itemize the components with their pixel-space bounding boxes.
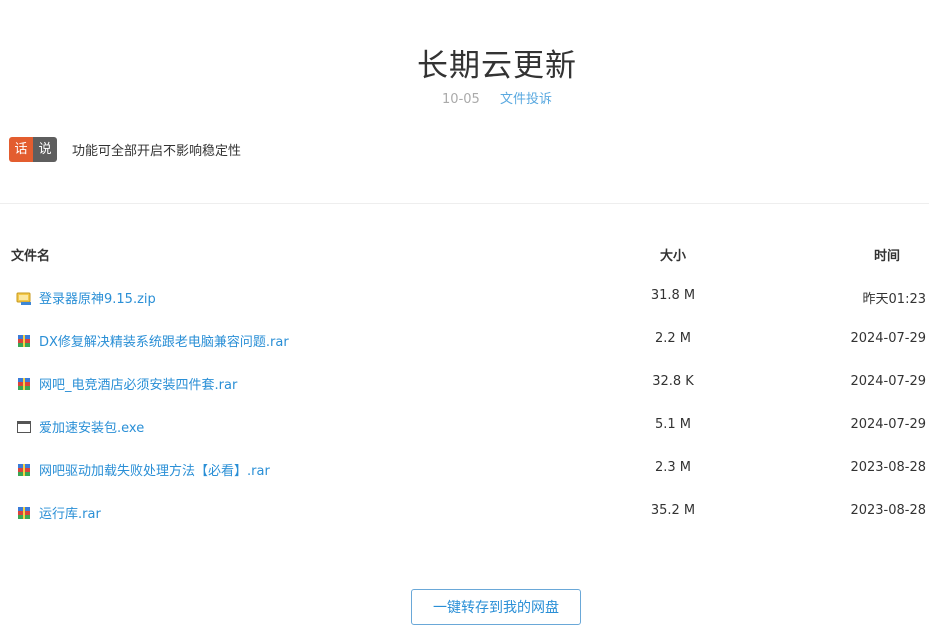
rar-icon bbox=[18, 464, 30, 476]
rar-icon bbox=[18, 378, 30, 390]
file-size: 2.2 M bbox=[654, 331, 692, 346]
header-size: 大小 bbox=[660, 249, 687, 264]
notice-text: 功能可全部开启不影响稳定性 bbox=[72, 144, 242, 159]
table-row: 运行库.rar 35.2 M 2023-08-28 bbox=[0, 503, 929, 523]
share-date: 10-05 bbox=[442, 92, 480, 107]
file-name-link[interactable]: 爱加速安装包.exe bbox=[39, 417, 144, 436]
table-row: 网吧驱动加载失败处理方法【必看】.rar 2.3 M 2023-08-28 bbox=[0, 460, 929, 480]
notice-tag-right: 说 bbox=[33, 137, 57, 162]
table-row: DX修复解决精装系统跟老电脑兼容问题.rar 2.2 M 2024-07-29 bbox=[0, 331, 929, 351]
table-row: 登录器原神9.15.zip 31.8 M 昨天01:23 bbox=[0, 288, 929, 308]
file-size: 5.1 M bbox=[654, 417, 692, 432]
table-row: 爱加速安装包.exe 5.1 M 2024-07-29 bbox=[0, 417, 929, 437]
file-name-link[interactable]: 网吧驱动加载失败处理方法【必看】.rar bbox=[39, 460, 270, 479]
file-size: 2.3 M bbox=[654, 460, 692, 475]
file-name-link[interactable]: 网吧_电竞酒店必须安装四件套.rar bbox=[39, 374, 237, 393]
notice-tag: 话 说 bbox=[9, 137, 57, 162]
file-time: 昨天01:23 bbox=[862, 292, 926, 307]
divider bbox=[0, 203, 929, 204]
file-size: 35.2 M bbox=[650, 503, 696, 518]
file-time: 2023-08-28 bbox=[850, 503, 926, 518]
file-time: 2024-07-29 bbox=[850, 374, 926, 389]
table-row: 网吧_电竞酒店必须安装四件套.rar 32.8 K 2024-07-29 bbox=[0, 374, 929, 394]
file-time: 2024-07-29 bbox=[850, 417, 926, 432]
file-time: 2023-08-28 bbox=[850, 460, 926, 475]
page-meta: 10-05 文件投诉 bbox=[0, 88, 929, 107]
table-header: 文件名 大小 时间 bbox=[0, 245, 929, 264]
file-name-link[interactable]: 登录器原神9.15.zip bbox=[39, 288, 156, 307]
report-link[interactable]: 文件投诉 bbox=[500, 92, 552, 107]
file-time: 2024-07-29 bbox=[850, 331, 926, 346]
header-name: 文件名 bbox=[11, 249, 51, 264]
file-size: 32.8 K bbox=[652, 374, 694, 389]
file-size: 31.8 M bbox=[650, 288, 696, 303]
zip-icon bbox=[16, 292, 31, 305]
notice-tag-left: 话 bbox=[9, 137, 33, 162]
file-name-link[interactable]: DX修复解决精装系统跟老电脑兼容问题.rar bbox=[39, 331, 289, 350]
exe-icon bbox=[17, 421, 31, 433]
rar-icon bbox=[18, 507, 30, 519]
notice-bar: 话 说 功能可全部开启不影响稳定性 bbox=[9, 137, 241, 162]
header-time: 时间 bbox=[874, 249, 901, 264]
rar-icon bbox=[18, 335, 30, 347]
page-title: 长期云更新 bbox=[417, 48, 577, 84]
file-name-link[interactable]: 运行库.rar bbox=[39, 503, 101, 522]
save-to-netdisk-button[interactable]: 一键转存到我的网盘 bbox=[411, 589, 581, 625]
